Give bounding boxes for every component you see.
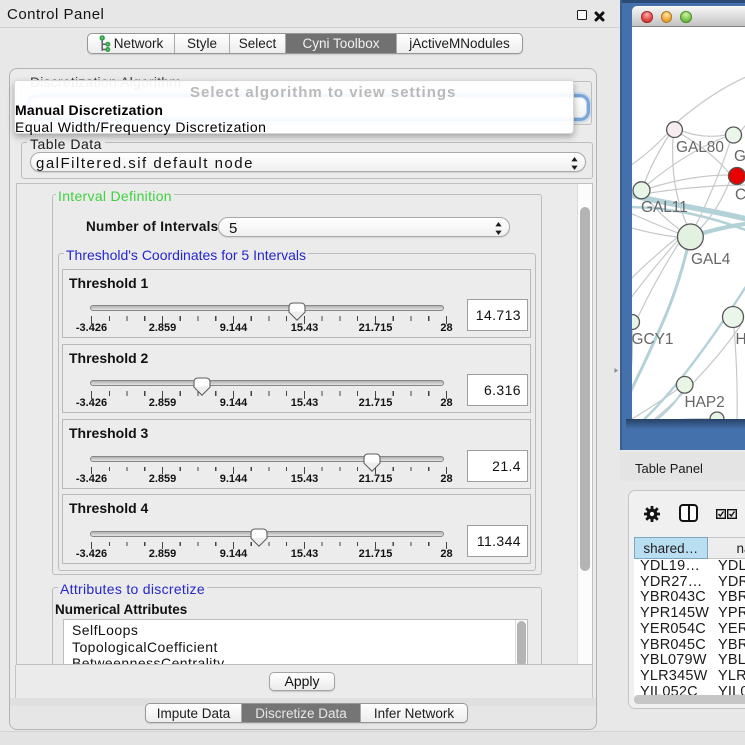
svg-text:GAL80: GAL80 bbox=[676, 139, 724, 156]
svg-text:GCY1: GCY1 bbox=[632, 331, 673, 348]
svg-text:H: H bbox=[736, 331, 745, 348]
svg-text:C: C bbox=[735, 187, 745, 204]
svg-text:GA: GA bbox=[734, 148, 745, 165]
svg-text:GAL4: GAL4 bbox=[691, 251, 731, 268]
svg-text:HAP2: HAP2 bbox=[685, 394, 725, 411]
svg-text:GAL11: GAL11 bbox=[641, 199, 688, 216]
